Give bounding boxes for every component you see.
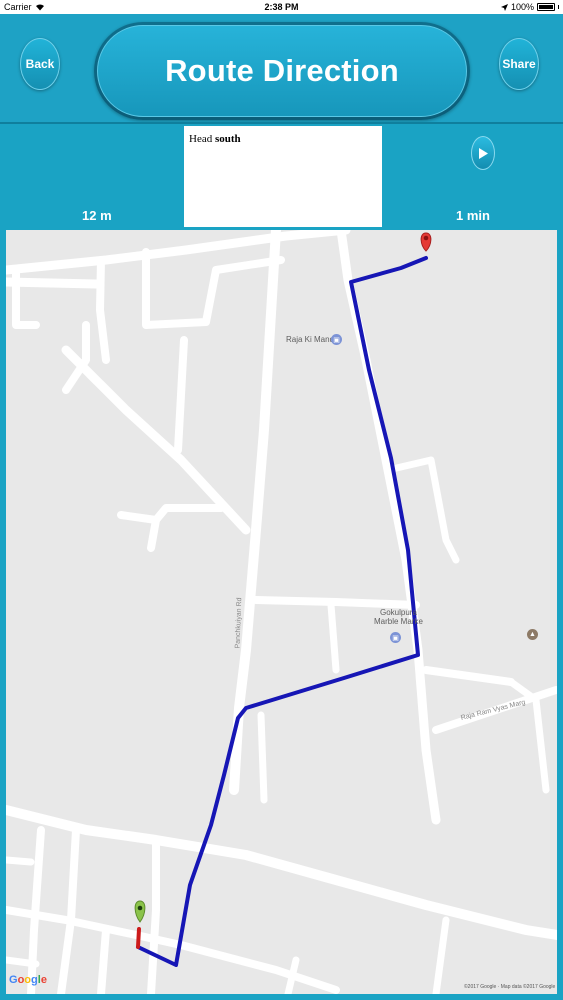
road [257, 711, 268, 804]
battery-tip [558, 5, 559, 9]
road [6, 906, 340, 994]
map-canvas [6, 230, 557, 994]
back-button[interactable]: Back [20, 38, 60, 90]
page-title: Route Direction [165, 53, 399, 88]
status-bar: Carrier 2:38 PM 100% [0, 0, 563, 14]
road [6, 956, 40, 968]
road [422, 666, 515, 686]
next-step-button[interactable] [471, 136, 495, 170]
route-start-segment [136, 927, 141, 949]
share-button[interactable]: Share [499, 38, 539, 90]
status-right: 100% [500, 2, 559, 12]
shopping-cart-icon[interactable]: ▣ [390, 632, 401, 643]
road [6, 856, 35, 866]
road [6, 805, 557, 940]
road [142, 248, 285, 329]
road-network [6, 230, 557, 994]
place-of-worship-icon[interactable]: ▲ [527, 629, 538, 640]
road [96, 256, 110, 364]
road [6, 230, 351, 275]
road [327, 601, 340, 674]
step-info-bar: 12 m Head south 1 min [0, 124, 563, 228]
step-distance: 12 m [82, 208, 112, 223]
battery-percent: 100% [510, 2, 534, 12]
origin-pin-icon [134, 900, 146, 923]
road [57, 826, 80, 994]
map-attribution[interactable]: ©2017 Google · Map data ©2017 Google [464, 984, 555, 990]
location-arrow-icon [500, 3, 508, 11]
road [61, 345, 251, 535]
road [97, 926, 110, 994]
destination-pin-icon [420, 232, 432, 252]
road [147, 841, 160, 994]
road [252, 596, 420, 609]
poi-label: Raja Ki Mandi [286, 335, 336, 344]
step-duration: 1 min [456, 208, 490, 223]
google-logo: Google [9, 974, 47, 986]
poi-label-line1: Gokulpura [379, 608, 417, 617]
battery-icon [537, 3, 555, 11]
road [432, 916, 450, 994]
road [147, 516, 160, 552]
play-icon [479, 147, 488, 159]
title-pill: Route Direction [94, 22, 470, 120]
road [336, 230, 441, 825]
route-map[interactable]: Raja Ki Mandi ▣ Gokulpura Marble Marke ▣… [6, 230, 557, 994]
clock: 2:38 PM [264, 2, 299, 12]
header: Back Route Direction Share [0, 14, 563, 124]
title-pill-inner: Route Direction [97, 25, 467, 117]
instruction-box: Head south [184, 126, 382, 227]
road [174, 336, 188, 454]
instruction-prefix: Head [189, 133, 213, 145]
shopping-bag-icon[interactable]: ▣ [331, 334, 342, 345]
road [117, 504, 225, 524]
poi-label: Gokulpura Marble Marke [374, 608, 423, 626]
poi-label-line2: Marble Marke [374, 617, 423, 626]
instruction-direction: south [214, 133, 241, 145]
road [284, 956, 300, 994]
